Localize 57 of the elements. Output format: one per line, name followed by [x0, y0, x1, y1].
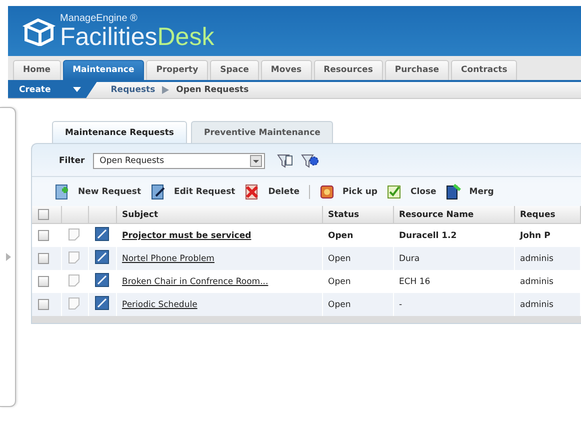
filter-label: Filter	[59, 156, 85, 166]
table-cell: Open	[322, 293, 394, 316]
nav-tab[interactable]: Moves	[260, 60, 312, 80]
create-menu[interactable]: Create	[8, 82, 97, 98]
toolbar-button[interactable]: Delete	[244, 184, 300, 200]
note-icon	[68, 274, 80, 286]
note-icon	[68, 296, 80, 310]
nav-tab[interactable]: Contracts	[451, 60, 518, 80]
filter-edit-icon[interactable]	[276, 153, 293, 169]
row-checkbox[interactable]	[38, 230, 49, 241]
toolbar-button[interactable]: New Request	[54, 184, 142, 200]
breadcrumb-link[interactable]: Requests	[110, 85, 156, 95]
row-checkbox[interactable]	[38, 276, 49, 287]
column-header[interactable]: Resource Name	[394, 206, 514, 224]
filter-dropdown[interactable]: Open Requests	[92, 153, 265, 169]
select-all-checkbox[interactable]	[38, 209, 49, 220]
nav-tab[interactable]: Property	[146, 60, 208, 80]
breadcrumb-current: Open Requests	[176, 85, 249, 95]
brand-name: ManageEngine ®	[60, 12, 138, 24]
edit-icon[interactable]	[95, 273, 109, 287]
row-checkbox[interactable]	[38, 253, 49, 264]
edit-icon[interactable]	[95, 250, 109, 264]
table-cell: adminis	[514, 293, 580, 316]
subject-link[interactable]: Nortel Phone Problem	[116, 247, 322, 270]
toolbar-button[interactable]: Merg	[445, 184, 494, 200]
nav-tab[interactable]: Space	[210, 60, 259, 80]
content-tab[interactable]: Maintenance Requests	[52, 121, 187, 143]
delete-icon	[244, 184, 260, 200]
caret-icon	[72, 87, 81, 93]
row-checkbox[interactable]	[38, 299, 49, 310]
edit-document-icon	[150, 184, 166, 200]
cube-logo-icon	[22, 16, 56, 46]
edit-icon[interactable]	[95, 227, 109, 241]
nav-tab[interactable]: Resources	[314, 60, 383, 80]
toolbar-button[interactable]: Edit Request	[150, 184, 236, 200]
nav-tab[interactable]: Home	[13, 60, 61, 80]
content-tab[interactable]: Preventive Maintenance	[190, 121, 334, 143]
note-icon	[68, 250, 80, 264]
filter-gear-icon[interactable]	[300, 153, 319, 169]
plus-document-icon	[54, 184, 70, 200]
table-cell: Dura	[394, 247, 514, 270]
subject-link[interactable]: Periodic Schedule	[116, 293, 322, 316]
product-name: FacilitiesDesk	[60, 24, 214, 50]
toolbar-button[interactable]: Pick up	[318, 184, 378, 200]
nav-tab[interactable]: Purchase	[384, 60, 450, 80]
table-cell: Open	[322, 247, 394, 270]
note-icon	[68, 228, 80, 240]
edit-icon[interactable]	[95, 296, 109, 310]
nav-tab[interactable]: Maintenance	[62, 60, 144, 80]
chevron-icon	[162, 86, 170, 94]
table-cell: -	[394, 293, 514, 316]
column-header[interactable]: Reques	[514, 206, 580, 224]
toolbar-button[interactable]: Close	[386, 184, 436, 200]
checkmark-icon	[386, 184, 402, 200]
table-cell: adminis	[514, 247, 580, 270]
column-header[interactable]: Status	[322, 206, 394, 224]
column-header[interactable]: Subject	[116, 206, 322, 224]
